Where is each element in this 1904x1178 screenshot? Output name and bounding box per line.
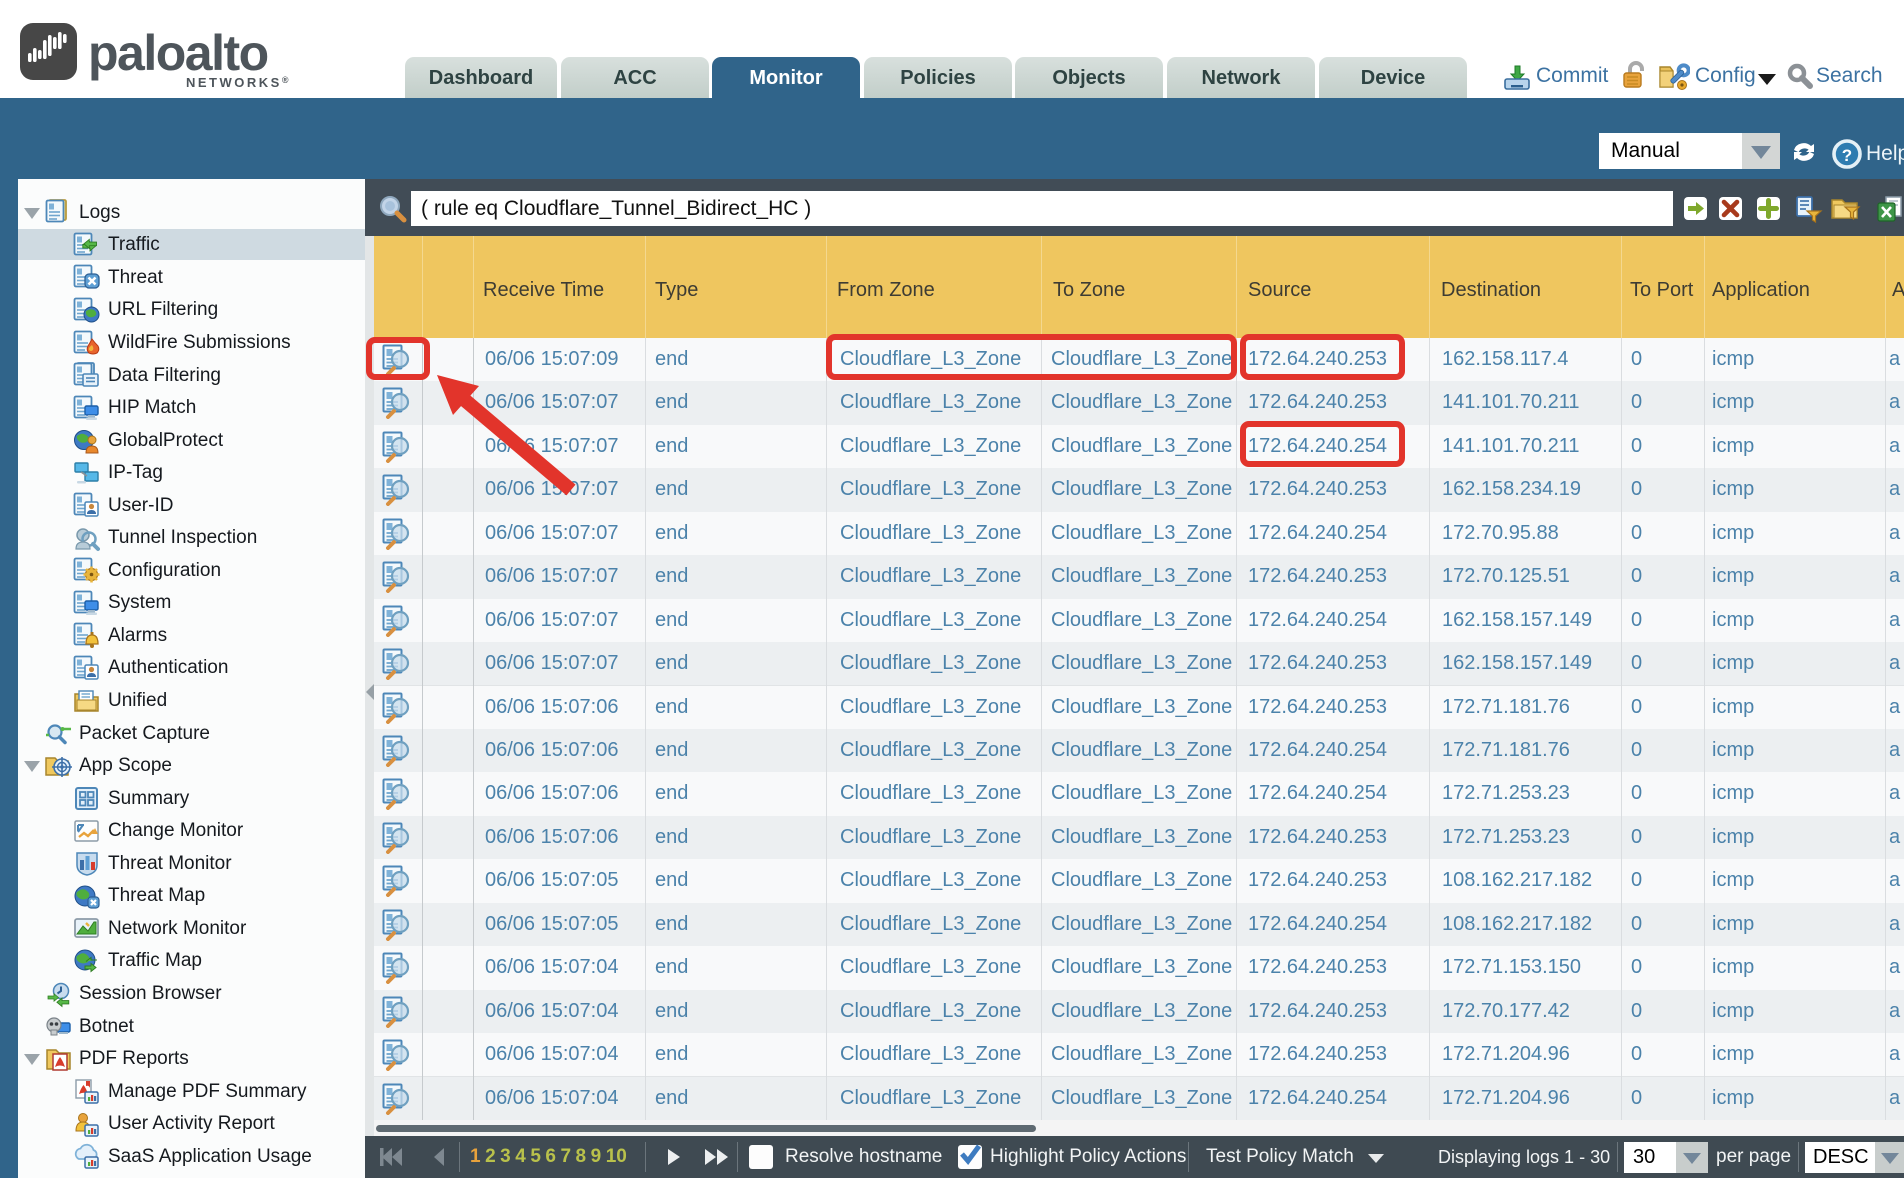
svg-text:?: ? xyxy=(1842,146,1852,165)
